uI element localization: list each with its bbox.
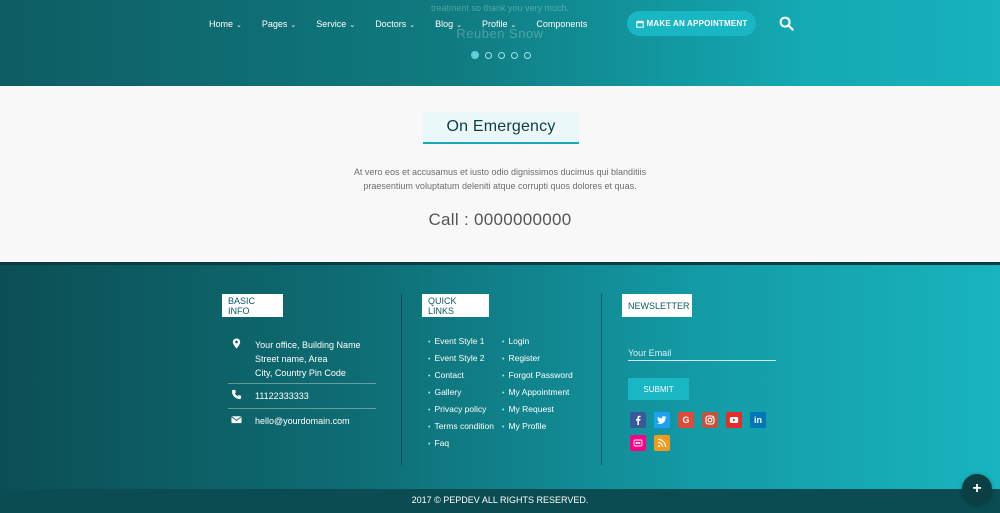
chevron-down-icon: ⌄ <box>290 22 297 29</box>
basic-info-heading: BASIC INFO <box>222 294 283 317</box>
map-marker-icon <box>228 338 244 380</box>
nav-label: Pages <box>261 19 288 29</box>
copyright-text: 2017 © PEPDEV ALL RIGHTS RESERVED. <box>411 495 589 505</box>
chevron-down-icon: ⌄ <box>510 22 517 29</box>
quick-links-heading: QUICK LINKS <box>422 294 489 317</box>
chevron-down-icon: ⌄ <box>349 22 356 29</box>
link-register[interactable]: Register <box>502 353 540 363</box>
envelope-icon <box>228 414 244 428</box>
phone-number: 11122333333 <box>255 391 309 401</box>
address-row: Your office, Building Name Street name, … <box>228 338 361 380</box>
divider <box>228 408 376 409</box>
footer: BASIC INFO Your office, Building Name St… <box>0 262 1000 489</box>
nav-label: Blog <box>435 19 454 29</box>
emergency-title-box: On Emergency <box>423 112 579 144</box>
emergency-description: At vero eos et accusamus et iusto odio d… <box>330 165 670 193</box>
calendar-icon <box>635 19 644 28</box>
email-link[interactable]: hello@yourdomain.com <box>255 414 350 428</box>
testimonial-text: treatment so thank you very much. <box>430 3 570 13</box>
nav-label: Profile <box>481 19 508 29</box>
floating-action-button[interactable]: + <box>962 474 992 504</box>
link-event-style-1[interactable]: Event Style 1 <box>428 336 484 346</box>
divider <box>601 294 602 465</box>
email-row: hello@yourdomain.com <box>228 414 350 428</box>
make-appointment-button[interactable]: MAKE AN APPOINTMENT <box>627 11 756 36</box>
slider-dot[interactable] <box>511 51 518 59</box>
newsletter-submit-button[interactable]: SUBMIT <box>628 378 689 400</box>
nav-item-profile[interactable]: Profile ⌄ <box>482 18 516 30</box>
slider-dot[interactable] <box>485 51 492 59</box>
address-line: Street name, Area <box>255 354 328 364</box>
slider-dot[interactable] <box>498 51 505 59</box>
emergency-section: On Emergency At vero eos et accusamus et… <box>0 86 1000 262</box>
nav-label: Home <box>209 19 234 29</box>
link-my-request[interactable]: My Request <box>502 404 553 414</box>
divider <box>228 383 376 384</box>
emergency-title: On Emergency <box>446 118 556 135</box>
address-line: Your office, Building Name <box>255 340 361 350</box>
link-event-style-2[interactable]: Event Style 2 <box>428 353 484 363</box>
address-line: City, Country Pin Code <box>255 368 346 378</box>
link-privacy-policy[interactable]: Privacy policy <box>428 404 486 414</box>
link-faq[interactable]: Faq <box>428 438 449 448</box>
link-login[interactable]: Login <box>502 336 529 346</box>
main-nav: Home ⌄ Pages ⌄ Service ⌄ Doctors ⌄ Blog ⌄ Pro… <box>209 18 607 30</box>
nav-item-doctors[interactable]: Doctors ⌄ <box>375 18 415 30</box>
phone-row: 11122333333 <box>228 389 309 403</box>
hero-banner: treatment so thank you very much. Reuben… <box>0 0 1000 86</box>
plus-icon: + <box>972 480 982 497</box>
flickr-icon[interactable] <box>630 435 646 451</box>
link-forgot-password[interactable]: Forgot Password <box>502 370 572 380</box>
rss-icon[interactable] <box>654 435 670 451</box>
phone-icon <box>228 389 244 403</box>
link-contact[interactable]: Contact <box>428 370 463 380</box>
slider-dot[interactable] <box>471 51 479 59</box>
emergency-call: Call : 0000000000 <box>428 210 572 229</box>
search-button[interactable] <box>779 16 794 31</box>
nav-item-service[interactable]: Service ⌄ <box>316 18 355 30</box>
nav-item-home[interactable]: Home ⌄ <box>209 18 242 30</box>
newsletter-heading: NEWSLETTER <box>622 294 692 317</box>
divider <box>401 294 402 465</box>
emergency-text-line: At vero eos et accusamus et iusto odio d… <box>353 167 647 177</box>
nav-item-components[interactable]: Components <box>536 18 587 30</box>
youtube-icon[interactable] <box>726 412 742 428</box>
link-gallery[interactable]: Gallery <box>428 387 461 397</box>
twitter-icon[interactable] <box>654 412 670 428</box>
nav-item-pages[interactable]: Pages ⌄ <box>262 18 296 30</box>
nav-item-blog[interactable]: Blog ⌄ <box>435 18 462 30</box>
link-terms-condition[interactable]: Terms condition <box>428 421 494 431</box>
facebook-icon[interactable] <box>630 412 646 428</box>
search-icon <box>779 16 794 31</box>
chevron-down-icon: ⌄ <box>456 22 462 29</box>
link-my-profile[interactable]: My Profile <box>502 421 546 431</box>
nav-label: Doctors <box>375 19 407 29</box>
nav-label: Components <box>536 19 588 29</box>
instagram-icon[interactable] <box>702 412 718 428</box>
chevron-down-icon: ⌄ <box>409 22 416 29</box>
emergency-text-line: praesentium voluptatum deleniti atque co… <box>363 181 637 191</box>
chevron-down-icon: ⌄ <box>236 22 242 29</box>
slider-dots <box>471 51 531 59</box>
link-my-appointment[interactable]: My Appointment <box>502 387 569 397</box>
newsletter-email-input[interactable] <box>628 345 776 361</box>
google-plus-icon[interactable]: G <box>678 412 694 428</box>
linkedin-icon[interactable]: in <box>750 412 766 428</box>
copyright-bar: 2017 © PEPDEV ALL RIGHTS RESERVED. <box>0 489 1000 513</box>
nav-label: Service <box>316 19 347 29</box>
slider-dot[interactable] <box>524 51 531 59</box>
appointment-label: MAKE AN APPOINTMENT <box>646 19 748 28</box>
